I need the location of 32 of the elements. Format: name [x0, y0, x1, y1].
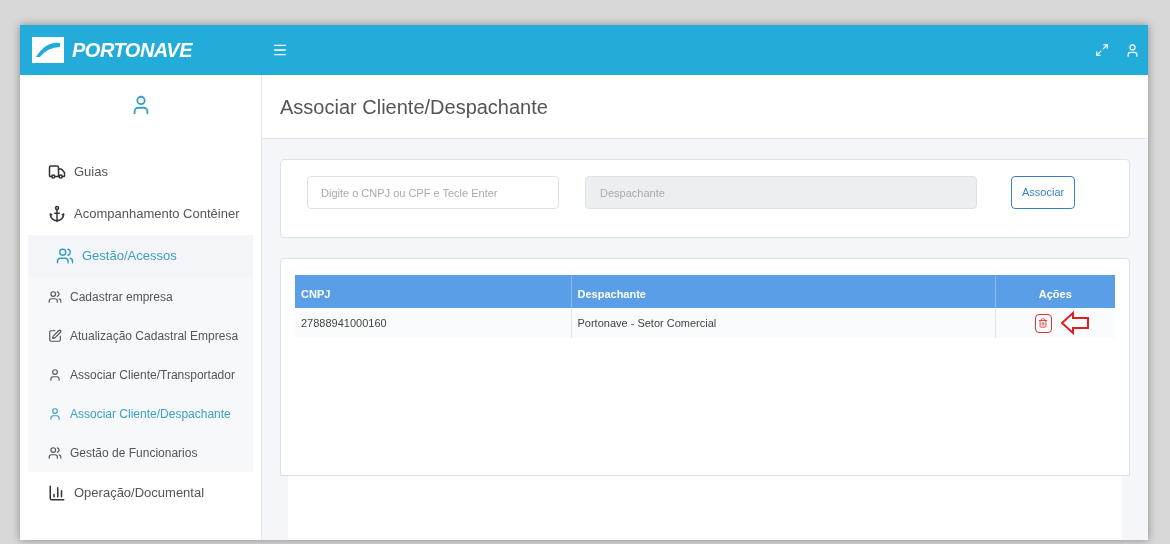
sidebar-item[interactable]: Cadastrar empresa [28, 277, 253, 316]
trash-icon [1038, 318, 1049, 328]
sidebar-item[interactable]: Atualização Cadastral Empresa [28, 316, 253, 355]
column-header: CNPJ [295, 275, 571, 308]
people-icon [48, 289, 62, 304]
people-icon [48, 445, 62, 460]
page-title: Associar Cliente/Despachante [280, 94, 548, 120]
user-icon [48, 367, 62, 382]
expand-icon[interactable] [1095, 43, 1109, 57]
truck-icon [48, 163, 66, 181]
user-icon [48, 406, 62, 421]
menu-icon[interactable] [272, 42, 288, 58]
sidebar-item[interactable]: Associar Cliente/Transportador [28, 355, 253, 394]
edit-icon [48, 328, 62, 343]
table-cell: Portonave - Setor Comercial [571, 308, 995, 338]
bar-chart-icon [48, 484, 66, 502]
sidebar-item[interactable]: Acompanhamento Contêiner [20, 193, 261, 235]
people-icon [56, 247, 74, 265]
arrow-icon [1059, 311, 1090, 335]
sidebar-item[interactable]: Operação/Documental [20, 472, 261, 514]
column-header: Despachante [571, 275, 995, 308]
cnpj-input-field[interactable]: Digite o CNPJ ou CPF e Tecle Enter [307, 176, 559, 209]
column-header: Ações [995, 275, 1115, 308]
sidebar-item[interactable]: Guias [20, 151, 261, 193]
sidebar-item[interactable]: Gestão de Funcionarios [28, 433, 253, 472]
anchor-icon [48, 205, 66, 223]
ship-logo-icon [32, 37, 64, 63]
delete-button[interactable] [1034, 313, 1052, 333]
table-cell: 27888941000160 [295, 308, 571, 338]
user-icon[interactable] [1125, 42, 1140, 58]
associar-button[interactable]: Associar [1011, 176, 1076, 209]
logo-text: PORTONAVE [72, 38, 192, 63]
